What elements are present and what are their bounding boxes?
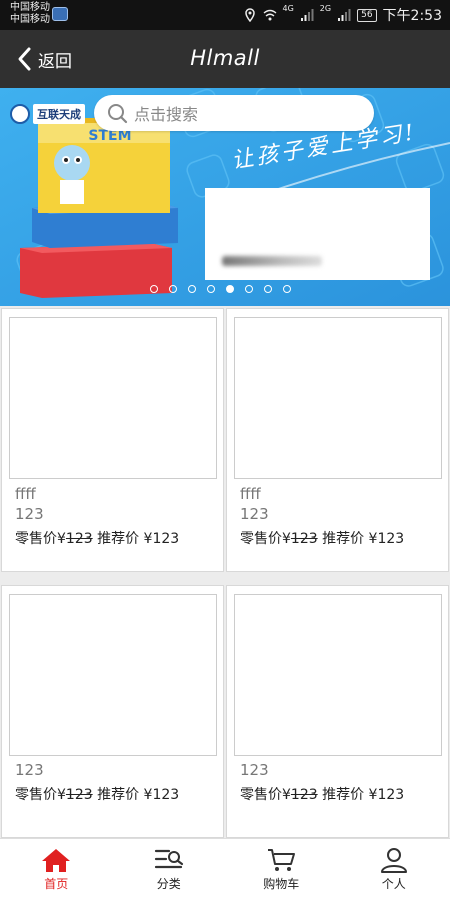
app-screen: 中国移动 中国移动 4G 2G 56 下午2:53 返回 Hlmall STEM… [0, 0, 450, 900]
tab-home[interactable]: 首页 [0, 839, 113, 900]
tab-cart-label: 购物车 [263, 877, 300, 891]
status-icons: 4G 2G 56 下午2:53 [243, 4, 442, 25]
banner-blurred-text [222, 256, 322, 266]
product-prices: 零售价¥123 推荐价 ¥123 [240, 784, 404, 804]
recommend-price-label: 推荐价 ¥ [322, 531, 378, 547]
brand-logo: 互联天成 [10, 104, 85, 124]
clock: 下午2:53 [382, 8, 442, 24]
retail-price-label: 零售价¥ [15, 531, 66, 547]
user-icon [380, 848, 407, 873]
carousel-dot[interactable] [207, 285, 215, 293]
retail-price-value: 123 [65, 787, 93, 803]
product-code: 123 [240, 505, 269, 523]
search-icon [108, 104, 128, 124]
logo-icon [10, 104, 30, 124]
top-nav-bar: 返回 Hlmall [0, 30, 450, 88]
tab-cart[interactable]: 购物车 [225, 839, 338, 900]
recommend-price-label: 推荐价 ¥ [322, 787, 378, 803]
notification-app-icon [52, 7, 68, 21]
home-icon [42, 849, 71, 872]
tab-category[interactable]: 分类 [113, 839, 226, 900]
carousel-dot[interactable] [264, 285, 272, 293]
product-code: 123 [240, 761, 269, 779]
signal-icon [300, 9, 314, 21]
product-image [9, 594, 217, 756]
retail-price-label: 零售价¥ [240, 787, 291, 803]
product-code: 123 [15, 505, 44, 523]
category-icon [154, 849, 183, 869]
carrier-line-2: 中国移动 [10, 14, 50, 25]
tab-profile[interactable]: 个人 [338, 839, 450, 900]
status-bar: 中国移动 中国移动 4G 2G 56 下午2:53 [0, 0, 450, 30]
retail-price-value: 123 [65, 531, 93, 547]
carrier-info: 中国移动 中国移动 [10, 2, 50, 26]
bottom-tab-bar: 首页 分类 购物车 个人 [0, 838, 450, 900]
product-name: ffff [240, 485, 261, 503]
cart-icon [268, 849, 296, 871]
retail-price-label: 零售价¥ [240, 531, 291, 547]
tab-home-label: 首页 [44, 877, 69, 891]
carousel-dot[interactable] [150, 285, 158, 293]
retail-price-value: 123 [290, 787, 318, 803]
carousel-dot-active[interactable] [226, 285, 234, 293]
recommend-price-label: 推荐价 ¥ [97, 531, 153, 547]
product-prices: 零售价¥123 推荐价 ¥123 [240, 528, 404, 548]
carousel-dot[interactable] [169, 285, 177, 293]
product-prices: 零售价¥123 推荐价 ¥123 [15, 528, 179, 548]
carrier-line-1: 中国移动 [10, 2, 50, 13]
banner-slogan-container: 让孩子爱上学习! [230, 120, 450, 186]
retail-price-value: 123 [290, 531, 318, 547]
product-card[interactable]: ffff 123 零售价¥123 推荐价 ¥123 [1, 308, 224, 572]
location-icon [244, 8, 255, 22]
product-card[interactable]: 123 零售价¥123 推荐价 ¥123 [226, 585, 449, 838]
recommend-price-label: 推荐价 ¥ [97, 787, 153, 803]
tab-profile-label: 个人 [381, 877, 406, 891]
banner-white-panel [205, 188, 430, 280]
network-type-1: 4G [282, 4, 294, 13]
carousel-dot[interactable] [283, 285, 291, 293]
recommend-price-value: 123 [152, 787, 180, 803]
recommend-price-value: 123 [377, 531, 405, 547]
promo-banner[interactable]: STEM 互联天成 点击搜索 让孩子爱上学习! [0, 88, 450, 306]
retail-price-label: 零售价¥ [15, 787, 66, 803]
carousel-dot[interactable] [245, 285, 253, 293]
carousel-indicators [150, 285, 291, 293]
recommend-price-value: 123 [377, 787, 405, 803]
product-box-illustration: STEM [20, 118, 178, 298]
product-name: ffff [15, 485, 36, 503]
wifi-icon [263, 9, 276, 21]
network-type-2: 2G [319, 4, 332, 13]
tab-category-label: 分类 [156, 877, 181, 891]
recommend-price-value: 123 [152, 531, 180, 547]
product-code: 123 [15, 761, 44, 779]
product-image [234, 317, 442, 479]
product-prices: 零售价¥123 推荐价 ¥123 [15, 784, 179, 804]
search-placeholder: 点击搜索 [134, 105, 199, 124]
logo-text: 互联天成 [33, 104, 85, 124]
page-title: Hlmall [190, 46, 260, 70]
product-card[interactable]: 123 零售价¥123 推荐价 ¥123 [1, 585, 224, 838]
product-card[interactable]: ffff 123 零售价¥123 推荐价 ¥123 [226, 308, 449, 572]
carousel-dot[interactable] [188, 285, 196, 293]
product-image [9, 317, 217, 479]
battery-indicator: 56 [357, 8, 377, 22]
product-image [234, 594, 442, 756]
signal-icon-2 [338, 9, 351, 21]
